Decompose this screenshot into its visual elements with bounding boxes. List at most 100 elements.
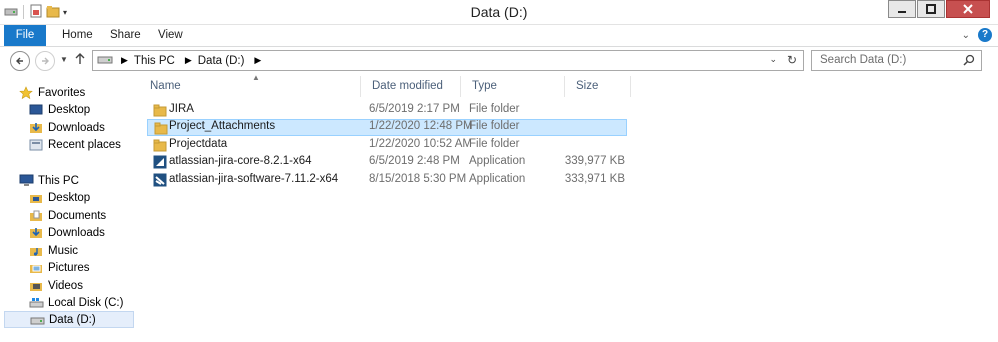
sidebar-item-label: Downloads — [48, 121, 105, 134]
breadcrumb-separator-icon[interactable]: ▶ — [121, 55, 128, 66]
breadcrumb-data-d[interactable]: Data (D:) — [198, 55, 245, 67]
sidebar-item-favorites-downloads[interactable]: Downloads — [28, 119, 105, 136]
sidebar-item-label: Local Disk (C:) — [48, 296, 124, 309]
sidebar-item-label: Music — [48, 244, 79, 257]
up-arrow-icon[interactable] — [75, 53, 85, 68]
star-icon — [18, 85, 34, 100]
drive-icon — [97, 53, 113, 68]
sidebar-item-documents[interactable]: Documents — [28, 207, 106, 224]
sidebar-item-label: Desktop — [48, 103, 91, 116]
forward-button[interactable] — [35, 51, 55, 71]
sidebar-item-this-pc[interactable]: This PC — [18, 172, 79, 189]
back-button[interactable] — [10, 51, 30, 71]
help-icon[interactable]: ? — [978, 28, 992, 42]
sidebar-item-label: Documents — [48, 209, 107, 222]
address-dropdown-icon[interactable]: ⌄ — [769, 54, 777, 65]
sidebar-item-label: Pictures — [48, 261, 90, 274]
computer-icon — [18, 174, 34, 188]
application-icon — [153, 173, 167, 187]
sidebar-item-pictures[interactable]: Pictures — [28, 259, 90, 276]
file-name: JIRA — [169, 103, 194, 115]
ribbon: File Home Share View ⌄ ? — [0, 25, 998, 47]
breadcrumb-this-pc[interactable]: This PC — [134, 55, 175, 67]
desktop-icon — [28, 103, 44, 117]
sidebar-item-data-d[interactable]: Data (D:) — [4, 311, 134, 328]
column-header-date[interactable]: Date modified — [361, 76, 461, 97]
search-input[interactable]: Search Data (D:) — [811, 50, 982, 71]
sidebar-item-favorites[interactable]: Favorites — [18, 84, 85, 101]
sidebar-item-downloads[interactable]: Downloads — [28, 224, 105, 241]
title-bar: ▾ Data (D:) — [0, 0, 998, 25]
sidebar-item-videos[interactable]: Videos — [28, 277, 83, 294]
file-date: 8/15/2018 5:30 PM — [369, 173, 467, 185]
sidebar-item-label: Recent places — [48, 138, 121, 151]
tab-file[interactable]: File — [4, 25, 46, 46]
table-row[interactable]: atlassian-jira-software-7.11.2-x64 8/15/… — [147, 172, 627, 189]
pictures-icon — [28, 261, 44, 275]
folder-icon — [153, 138, 167, 152]
file-name: atlassian-jira-software-7.11.2-x64 — [169, 173, 339, 185]
file-name: atlassian-jira-core-8.2.1-x64 — [169, 155, 312, 167]
address-bar[interactable]: ▶ This PC ▶ Data (D:) ▶ ⌄ ↻ — [92, 50, 804, 71]
sidebar-item-label: This PC — [38, 174, 79, 187]
refresh-icon[interactable]: ↻ — [787, 53, 797, 67]
close-button[interactable] — [946, 0, 990, 18]
file-name: Projectdata — [169, 138, 228, 150]
sidebar-item-label: Favorites — [38, 86, 86, 99]
folder-icon — [153, 103, 167, 117]
file-size: 339,977 KB — [564, 155, 625, 167]
sidebar-item-label: Downloads — [48, 226, 105, 239]
file-date: 6/5/2019 2:17 PM — [369, 103, 460, 115]
maximize-button[interactable] — [917, 0, 945, 18]
file-date: 1/22/2020 10:52 AM — [369, 138, 472, 150]
music-icon — [28, 244, 44, 258]
file-type: Application — [469, 155, 526, 167]
documents-icon — [28, 209, 44, 223]
expand-ribbon-icon[interactable]: ⌄ — [962, 30, 970, 41]
file-type: File folder — [469, 138, 520, 150]
breadcrumb-separator-icon[interactable]: ▶ — [185, 55, 192, 66]
table-row[interactable]: JIRA 6/5/2019 2:17 PM File folder — [147, 102, 627, 119]
table-row[interactable]: Projectdata 1/22/2020 10:52 AM File fold… — [147, 137, 627, 154]
videos-icon — [28, 279, 44, 293]
sidebar-item-label: Desktop — [48, 191, 91, 204]
sidebar-item-desktop[interactable]: Desktop — [28, 189, 90, 206]
file-type: File folder — [469, 120, 520, 132]
table-row[interactable]: Project_Attachments 1/22/2020 12:48 PM F… — [147, 119, 627, 136]
sidebar-item-favorites-recent[interactable]: Recent places — [28, 136, 121, 153]
desktop-folder-icon — [28, 191, 44, 205]
column-header-type[interactable]: Type — [461, 76, 565, 97]
table-row[interactable]: atlassian-jira-core-8.2.1-x64 6/5/2019 2… — [147, 154, 627, 171]
column-header-size[interactable]: Size — [565, 76, 631, 97]
folder-icon — [154, 121, 168, 135]
file-date: 6/5/2019 2:48 PM — [369, 155, 460, 167]
downloads-icon — [28, 121, 44, 135]
sidebar-item-label: Videos — [48, 279, 83, 292]
sidebar-item-favorites-desktop[interactable]: Desktop — [28, 101, 90, 118]
application-icon — [153, 155, 167, 169]
sidebar-item-label: Data (D:) — [49, 313, 96, 326]
window-controls — [888, 0, 990, 18]
file-name: Project_Attachments — [169, 120, 276, 132]
tab-view[interactable]: View — [144, 25, 197, 46]
sidebar-item-music[interactable]: Music — [28, 242, 78, 259]
recent-locations-icon[interactable]: ▼ — [60, 55, 68, 64]
column-header-name[interactable]: Name — [139, 76, 361, 97]
windows-drive-icon — [28, 296, 44, 310]
breadcrumb-separator-icon[interactable]: ▶ — [254, 55, 261, 66]
navigation-pane: Favorites Desktop Downloads Recent place… — [0, 76, 138, 342]
file-list: ▲ Name Date modified Type Size JIRA 6/5/… — [139, 73, 998, 342]
downloads-icon — [28, 226, 44, 240]
search-placeholder: Search Data (D:) — [820, 54, 907, 66]
ribbon-controls: ⌄ ? — [962, 28, 992, 42]
minimize-button[interactable] — [888, 0, 916, 18]
sidebar-item-local-disk-c[interactable]: Local Disk (C:) — [28, 294, 123, 311]
file-size: 333,971 KB — [564, 173, 625, 185]
drive-icon — [29, 313, 45, 327]
file-type: Application — [469, 173, 526, 185]
search-icon[interactable] — [963, 54, 975, 69]
recent-places-icon — [28, 138, 44, 152]
file-date: 1/22/2020 12:48 PM — [369, 120, 473, 132]
file-type: File folder — [469, 103, 520, 115]
navigation-bar: ▼ ▶ This PC ▶ Data (D:) ▶ ⌄ ↻ Search Dat… — [0, 47, 998, 75]
